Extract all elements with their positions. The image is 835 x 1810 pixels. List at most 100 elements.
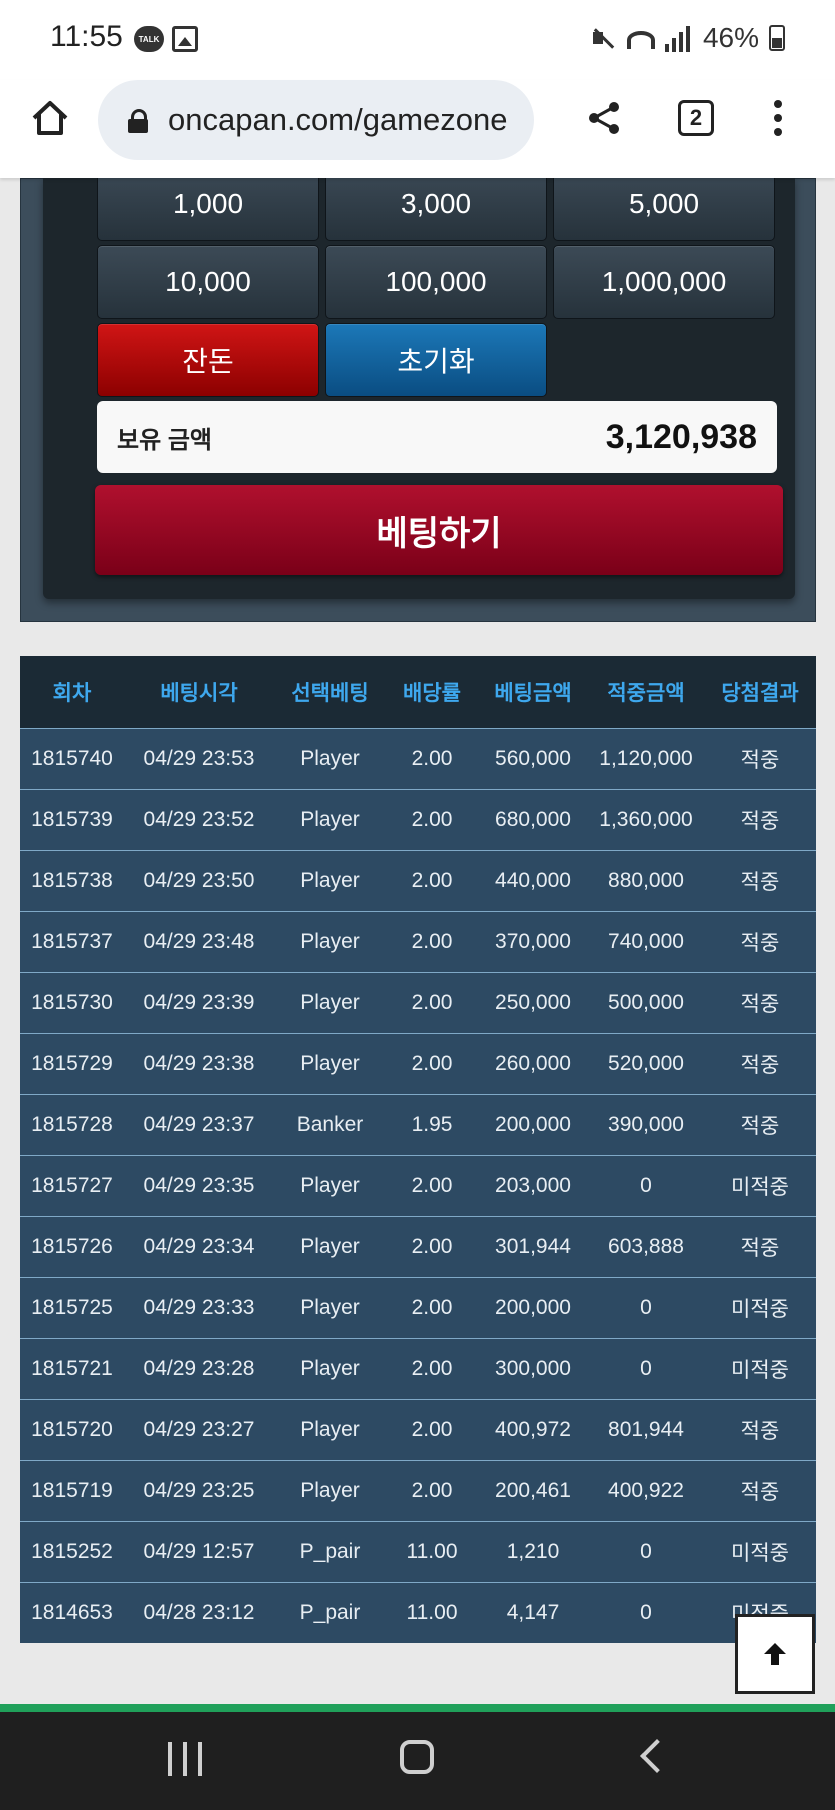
cell-bet-time: 04/29 23:39 (143, 990, 255, 1014)
share-icon[interactable] (586, 100, 622, 136)
cell-bet-time: 04/29 23:38 (143, 1051, 255, 1075)
cell-result: 적중 (740, 809, 780, 833)
cell-selection: Player (300, 1234, 360, 1258)
table-row: 1815739 04/29 23:52 Player 2.00 680,000 1,360… (20, 789, 816, 850)
cell-result: 적중 (740, 931, 780, 955)
cell-win-amount: 1,360,000 (599, 807, 693, 831)
cell-odds: 2.00 (411, 1234, 453, 1258)
cell-bet-time: 04/29 23:27 (143, 1417, 255, 1441)
cell-selection: Player (300, 1417, 360, 1441)
system-nav-bar (0, 1712, 835, 1810)
cell-bet-amount: 560,000 (495, 746, 571, 770)
chip-button-1000[interactable]: 1,000 (97, 167, 319, 241)
cell-selection: Player (300, 1478, 360, 1502)
cell-round: 1815720 (31, 1417, 113, 1441)
bet-panel-inner: 1,000 3,000 5,000 10,000 100,000 1,000,0… (43, 167, 795, 599)
cell-selection: Player (300, 929, 360, 953)
cell-round: 1815738 (31, 868, 113, 892)
cell-odds: 2.00 (411, 929, 453, 953)
cell-selection: Banker (296, 1112, 364, 1136)
table-row: 1815720 04/29 23:27 Player 2.00 400,972 801,9… (20, 1399, 816, 1460)
cell-result: 미적중 (731, 1358, 789, 1382)
header-result: 당첨결과 (721, 681, 799, 705)
cell-bet-amount: 200,000 (495, 1295, 571, 1319)
cell-round: 1815740 (31, 746, 113, 770)
cell-round: 1815721 (31, 1356, 113, 1380)
url-text: oncapan.com/gamezone (168, 102, 508, 137)
cell-bet-amount: 200,000 (495, 1112, 571, 1136)
cell-bet-time: 04/29 23:37 (143, 1112, 255, 1136)
table-header-row: 회차 베팅시각 선택베팅 배당률 베팅금액 적중금액 당첨결과 (20, 656, 816, 728)
cell-win-amount: 0 (640, 1600, 652, 1624)
table-row: 1815721 04/29 23:28 Player 2.00 300,000 0 미적중 (20, 1338, 816, 1399)
chip-button-100000[interactable]: 100,000 (325, 245, 547, 319)
cell-result: 적중 (740, 1114, 780, 1138)
scroll-to-top-button[interactable] (735, 1614, 815, 1694)
recents-icon[interactable] (168, 1742, 202, 1776)
cell-odds: 1.95 (411, 1112, 453, 1136)
notification-icons: TALK (134, 26, 198, 52)
cell-win-amount: 740,000 (608, 929, 684, 953)
cell-selection: Player (300, 1173, 360, 1197)
cell-result: 미적중 (731, 1297, 789, 1321)
tabs-button[interactable]: 2 (678, 100, 714, 136)
chip-button-10000[interactable]: 10,000 (97, 245, 319, 319)
chip-button-3000[interactable]: 3,000 (325, 167, 547, 241)
cell-win-amount: 500,000 (608, 990, 684, 1014)
cell-odds: 2.00 (411, 868, 453, 892)
cell-selection: Player (300, 1356, 360, 1380)
cell-win-amount: 0 (640, 1295, 652, 1319)
cell-bet-amount: 440,000 (495, 868, 571, 892)
cell-win-amount: 603,888 (608, 1234, 684, 1258)
cell-bet-time: 04/29 23:53 (143, 746, 255, 770)
balance-box: 보유 금액 3,120,938 (97, 401, 777, 473)
mute-icon (589, 24, 617, 52)
table-row: 1815730 04/29 23:39 Player 2.00 250,000 500,0… (20, 972, 816, 1033)
cell-selection: P_pair (299, 1539, 361, 1563)
cell-odds: 2.00 (411, 990, 453, 1014)
cell-bet-amount: 250,000 (495, 990, 571, 1014)
cell-win-amount: 0 (640, 1356, 652, 1380)
back-icon[interactable] (640, 1739, 674, 1773)
cell-bet-amount: 680,000 (495, 807, 571, 831)
cell-odds: 11.00 (406, 1600, 458, 1624)
reset-button[interactable]: 초기화 (325, 323, 547, 397)
table-row: 1815725 04/29 23:33 Player 2.00 200,000 0 미적중 (20, 1277, 816, 1338)
cell-round: 1815739 (31, 807, 113, 831)
gallery-icon (172, 26, 198, 52)
place-bet-button[interactable]: 베팅하기 (95, 485, 783, 575)
cell-odds: 2.00 (411, 1356, 453, 1380)
cell-bet-amount: 301,944 (495, 1234, 571, 1258)
change-button[interactable]: 잔돈 (97, 323, 319, 397)
address-bar[interactable]: oncapan.com/gamezone (98, 80, 534, 160)
home-icon[interactable] (30, 98, 70, 138)
cell-result: 적중 (740, 1419, 780, 1443)
cell-round: 1815719 (31, 1478, 113, 1502)
header-odds: 배당률 (403, 681, 461, 705)
battery-icon (769, 25, 785, 51)
header-selection: 선택베팅 (291, 681, 369, 705)
cell-result: 적중 (740, 992, 780, 1016)
cell-bet-amount: 300,000 (495, 1356, 571, 1380)
signal-icon (664, 24, 693, 52)
cell-round: 1814653 (31, 1600, 113, 1624)
cell-bet-time: 04/29 23:48 (143, 929, 255, 953)
table-row: 1815252 04/29 12:57 P_pair 11.00 1,210 0 미적중 (20, 1521, 816, 1582)
cell-round: 1815727 (31, 1173, 113, 1197)
cell-bet-time: 04/29 23:25 (143, 1478, 255, 1502)
chip-button-5000[interactable]: 5,000 (553, 167, 775, 241)
more-menu-icon[interactable] (774, 100, 782, 136)
table-row: 1815738 04/29 23:50 Player 2.00 440,000 880,0… (20, 850, 816, 911)
cell-bet-amount: 370,000 (495, 929, 571, 953)
chip-button-1000000[interactable]: 1,000,000 (553, 245, 775, 319)
cell-selection: Player (300, 990, 360, 1014)
cell-win-amount: 1,120,000 (599, 746, 693, 770)
cell-result: 적중 (740, 870, 780, 894)
table-row: 1815726 04/29 23:34 Player 2.00 301,944 603,8… (20, 1216, 816, 1277)
cell-odds: 2.00 (411, 1295, 453, 1319)
cell-odds: 11.00 (406, 1539, 458, 1563)
arrow-up-icon (764, 1643, 786, 1665)
lock-icon (128, 109, 148, 133)
home-nav-icon[interactable] (400, 1740, 434, 1774)
battery-percent: 46% (702, 22, 759, 53)
